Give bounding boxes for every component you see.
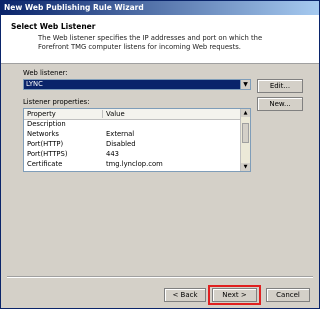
cancel-button[interactable]: Cancel: [266, 288, 310, 302]
scrollbar-thumb[interactable]: [242, 123, 249, 143]
property-cell: Port(HTTP): [27, 140, 64, 148]
dropdown-arrow-icon[interactable]: ▼: [240, 80, 250, 89]
table-row[interactable]: Networks External: [24, 130, 242, 139]
wizard-window: New Web Publishing Rule Wizard Select We…: [0, 0, 320, 309]
list-header: Property Value: [24, 109, 242, 120]
property-cell: Port(HTTPS): [27, 150, 68, 158]
web-listener-label: Web listener:: [23, 69, 68, 77]
column-divider[interactable]: [102, 110, 103, 118]
value-cell: tmg.lynclop.com: [106, 160, 163, 168]
vertical-scrollbar[interactable]: ▲ ▼: [240, 109, 250, 171]
property-cell: Networks: [27, 130, 59, 138]
edit-button[interactable]: Edit...: [257, 79, 303, 93]
table-row[interactable]: Port(HTTP) Disabled: [24, 140, 242, 149]
wizard-header: Select Web Listener The Web listener spe…: [1, 15, 319, 64]
scroll-up-icon[interactable]: ▲: [241, 109, 250, 117]
next-button-highlight: [208, 285, 261, 305]
scroll-down-icon[interactable]: ▼: [241, 163, 250, 171]
table-row[interactable]: Certificate tmg.lynclop.com: [24, 160, 242, 169]
property-cell: Certificate: [27, 160, 63, 168]
property-cell: Description: [27, 120, 66, 128]
table-row[interactable]: Description: [24, 120, 242, 129]
window-title: New Web Publishing Rule Wizard: [1, 1, 319, 15]
back-button[interactable]: < Back: [164, 288, 206, 302]
value-cell: 443: [106, 150, 119, 158]
web-listener-dropdown[interactable]: LYNC ▼: [23, 79, 251, 90]
table-row[interactable]: Port(HTTPS) 443: [24, 150, 242, 159]
footer-divider: [7, 276, 313, 278]
page-description: The Web listener specifies the IP addres…: [38, 34, 263, 51]
listener-properties-label: Listener properties:: [23, 98, 90, 106]
web-listener-selected: LYNC: [26, 80, 43, 88]
column-header-value[interactable]: Value: [106, 109, 125, 119]
new-button[interactable]: New...: [257, 97, 303, 111]
listener-properties-list[interactable]: Property Value Description Networks Exte…: [23, 108, 251, 172]
value-cell: Disabled: [106, 140, 136, 148]
page-title: Select Web Listener: [11, 22, 96, 31]
value-cell: External: [106, 130, 135, 138]
column-header-property[interactable]: Property: [27, 109, 56, 119]
